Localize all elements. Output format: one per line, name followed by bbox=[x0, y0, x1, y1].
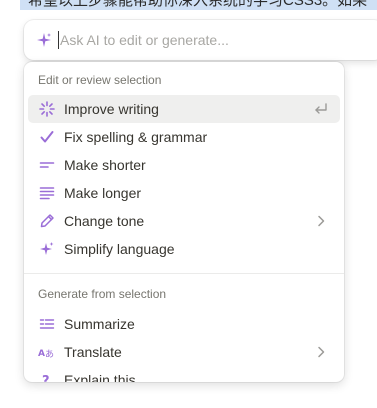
ai-actions-menu: Edit or review selection Improve writing bbox=[24, 62, 344, 382]
svg-text:あ: あ bbox=[45, 349, 54, 360]
menu-item-explain-this[interactable]: ? Explain this bbox=[28, 366, 340, 382]
section-title-generate: Generate from selection bbox=[38, 287, 167, 301]
menu-item-make-longer[interactable]: Make longer bbox=[28, 179, 340, 207]
selected-document-text: 希望以上步骤能帮助你深入系统的学习CSS3。如果 bbox=[20, 0, 377, 10]
enter-icon bbox=[312, 100, 330, 118]
pen-icon bbox=[38, 212, 56, 230]
menu-item-summarize[interactable]: Summarize bbox=[28, 310, 340, 338]
menu-item-label: Translate bbox=[64, 344, 122, 360]
menu-item-label: Improve writing bbox=[64, 101, 159, 117]
menu-item-label: Summarize bbox=[64, 316, 135, 332]
checkmark-icon bbox=[38, 128, 56, 146]
menu-item-make-shorter[interactable]: Make shorter bbox=[28, 151, 340, 179]
ai-prompt-bar[interactable] bbox=[24, 20, 377, 60]
menu-item-label: Make shorter bbox=[64, 157, 146, 173]
menu-item-label: Explain this bbox=[64, 372, 136, 382]
summary-icon bbox=[38, 315, 56, 333]
menu-item-fix-spelling[interactable]: Fix spelling & grammar bbox=[28, 123, 340, 151]
menu-item-improve-writing[interactable]: Improve writing bbox=[28, 95, 340, 123]
question-icon: ? bbox=[38, 371, 56, 382]
menu-item-simplify-language[interactable]: Simplify language bbox=[28, 235, 340, 263]
menu-item-change-tone[interactable]: Change tone bbox=[28, 207, 340, 235]
sparkle-icon bbox=[38, 240, 56, 258]
menu-item-label: Simplify language bbox=[64, 241, 175, 257]
svg-text:A: A bbox=[38, 349, 45, 359]
ai-sparkle-icon bbox=[37, 33, 51, 47]
chevron-right-icon bbox=[312, 343, 330, 361]
long-lines-icon bbox=[38, 184, 56, 202]
menu-item-translate[interactable]: A あ Translate bbox=[28, 338, 340, 366]
menu-item-label: Make longer bbox=[64, 185, 142, 201]
menu-item-label: Fix spelling & grammar bbox=[64, 129, 208, 145]
ai-prompt-input[interactable] bbox=[60, 32, 340, 48]
chevron-right-icon bbox=[312, 212, 330, 230]
sparkle-burst-icon bbox=[38, 100, 56, 118]
svg-text:?: ? bbox=[42, 374, 50, 382]
section-title-edit: Edit or review selection bbox=[38, 73, 162, 87]
text-caret bbox=[58, 31, 59, 49]
menu-divider bbox=[24, 273, 344, 274]
menu-item-label: Change tone bbox=[64, 213, 145, 229]
short-lines-icon bbox=[38, 156, 56, 174]
translate-icon: A あ bbox=[38, 343, 56, 361]
